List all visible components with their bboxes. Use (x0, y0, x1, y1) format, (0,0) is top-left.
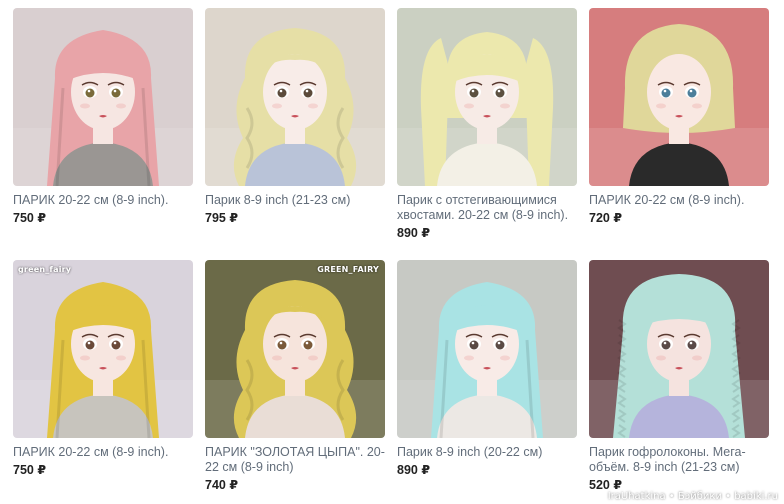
product-grid: ПАРИК 20-22 см (8-9 inch). 750 ₽ Парик 8… (0, 0, 784, 504)
product-title[interactable]: ПАРИК "ЗОЛОТАЯ ЦЫПА". 20-22 см (8-9 inch… (205, 445, 385, 475)
product-card[interactable]: GREEN_FAIRY ПАРИК "ЗОЛОТАЯ ЦЫПА". 20-22 … (205, 260, 385, 493)
photo-watermark: green_fairy (18, 265, 72, 274)
product-title[interactable]: Парик 8-9 inch (21-23 см) (205, 193, 385, 208)
product-photo[interactable] (397, 260, 577, 438)
product-price: 890 ₽ (397, 226, 431, 240)
product-card[interactable]: Парик 8-9 inch (20-22 см) 890 ₽ (397, 260, 577, 478)
product-photo[interactable]: GREEN_FAIRY (205, 260, 385, 438)
product-title[interactable]: ПАРИК 20-22 см (8-9 inch). (13, 445, 193, 460)
product-title[interactable]: ПАРИК 20-22 см (8-9 inch). (13, 193, 193, 208)
product-price: 750 ₽ (13, 211, 47, 225)
product-price: 750 ₽ (13, 463, 47, 477)
product-card[interactable]: ПАРИК 20-22 см (8-9 inch). 720 ₽ (589, 8, 769, 226)
product-card[interactable]: Парик 8-9 inch (21-23 см) 795 ₽ (205, 8, 385, 226)
footer-watermark: IraUhatkina • Бэйбики • babiki.ru (607, 491, 778, 502)
product-price: 890 ₽ (397, 463, 431, 477)
product-price: 795 ₽ (205, 211, 239, 225)
product-price: 720 ₽ (589, 211, 623, 225)
product-photo[interactable] (13, 8, 193, 186)
product-title[interactable]: Парик с отстегивающимися хвостами. 20-22… (397, 193, 577, 223)
product-card[interactable]: Парик с отстегивающимися хвостами. 20-22… (397, 8, 577, 241)
product-photo[interactable] (589, 8, 769, 186)
product-photo[interactable]: green_fairy (13, 260, 193, 438)
product-card[interactable]: Парик гофролоконы. Мега-объём. 8-9 inch … (589, 260, 769, 493)
product-card[interactable]: green_fairy ПАРИК 20-22 см (8-9 inch). 7… (13, 260, 193, 478)
product-photo[interactable] (205, 8, 385, 186)
product-photo[interactable] (397, 8, 577, 186)
product-title[interactable]: Парик гофролоконы. Мега-объём. 8-9 inch … (589, 445, 769, 475)
product-title[interactable]: Парик 8-9 inch (20-22 см) (397, 445, 577, 460)
photo-watermark: GREEN_FAIRY (317, 265, 379, 274)
product-photo[interactable] (589, 260, 769, 438)
product-price: 740 ₽ (205, 478, 239, 492)
product-card[interactable]: ПАРИК 20-22 см (8-9 inch). 750 ₽ (13, 8, 193, 226)
product-title[interactable]: ПАРИК 20-22 см (8-9 inch). (589, 193, 769, 208)
